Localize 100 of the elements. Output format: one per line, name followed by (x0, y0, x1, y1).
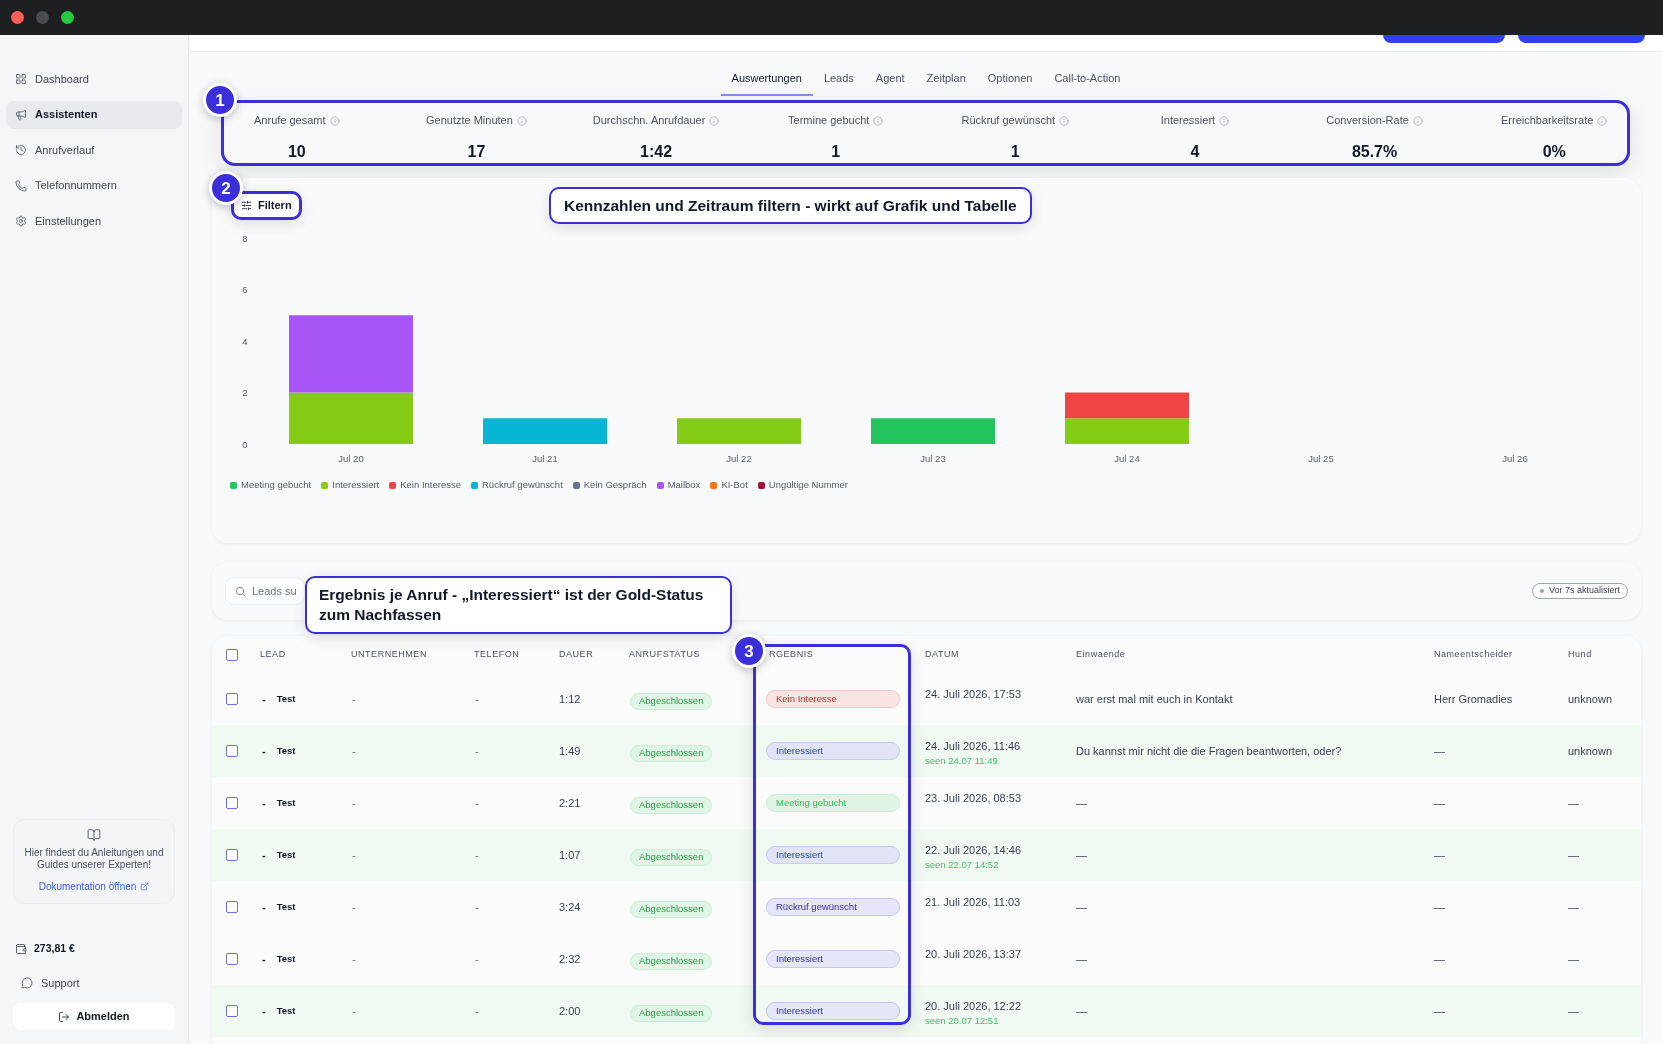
settings-icon (15, 215, 27, 227)
search-field[interactable]: Leads su (225, 577, 305, 605)
window-close-button[interactable] (11, 11, 24, 24)
table-row[interactable]: - Test - - 1:49 Abgeschlossen Interessiert 24. Juli 2026, 11:46 seen 24.07 11:49 Du kannst mir nicht die die Fragen beantworten, oder? — unknown (212, 725, 1641, 777)
info-icon (516, 115, 527, 126)
lead-dash: - (262, 691, 266, 707)
table-cell-text: 2:00 (558, 1003, 581, 1019)
column-header: Hund (1567, 647, 1592, 661)
info-icon (873, 115, 884, 126)
table-row[interactable]: - Test - - 2:21 Abgeschlossen Meeting gebucht 23. Juli 2026, 08:53 — — — (212, 777, 1641, 829)
axis-label: Jul 20 (338, 452, 364, 464)
row-checkbox[interactable] (226, 901, 238, 913)
balance-amount: 273,81 € (34, 941, 75, 957)
axis-label: 2 (242, 387, 248, 398)
info-icon (1219, 115, 1230, 126)
table-row[interactable]: - Test - - 3:24 Abgeschlossen Rückruf gewünscht 21. Juli 2026, 11:03 — — — (212, 881, 1641, 933)
kpi-value: 1 (831, 142, 841, 162)
table-cell-text: — (1433, 899, 1445, 915)
step-number: 2 (209, 171, 243, 205)
table-row[interactable]: - Test - - 1:12 Abgeschlossen Kein Interesse 24. Juli 2026, 17:53 war erst mal mit euch in Kontakt Herr Gromadies unknown (212, 673, 1641, 725)
table-cell-text: — (1567, 847, 1579, 863)
header-action-button[interactable] (1518, 35, 1645, 43)
header-action-button[interactable] (1383, 35, 1505, 43)
table-cell-text: 2:32 (558, 951, 581, 967)
window-zoom-button[interactable] (61, 11, 74, 24)
table-cell-text: - (474, 1003, 479, 1019)
table-cell-text: - (351, 951, 356, 967)
tab[interactable]: Zeitplan (915, 62, 977, 96)
nav-item[interactable]: Anrufverlauf (6, 136, 182, 164)
kpi-value: 1 (1010, 142, 1020, 162)
lead-dash: - (262, 795, 266, 811)
tab[interactable]: Agent (864, 62, 916, 96)
legend-label: Kein Gespräch (583, 478, 647, 492)
column-header: ANRUFSTATUS (628, 647, 701, 661)
filter-button[interactable]: Filtern (231, 191, 302, 220)
wallet-icon (15, 943, 27, 955)
table-row[interactable]: - Test - - 2:32 Abgeschlossen Interessiert 20. Juli 2026, 13:37 — — — (212, 933, 1641, 985)
table-cell-text: 2:21 (558, 795, 581, 811)
row-checkbox[interactable] (226, 849, 238, 861)
table-cell-text: - (474, 847, 479, 863)
axis-label: Jul 24 (1114, 452, 1140, 464)
support-link[interactable]: Support (6, 973, 182, 993)
row-checkbox[interactable] (226, 693, 238, 705)
result-tag: Kein Interesse (766, 690, 900, 708)
axis-label: 4 (242, 335, 248, 347)
kpi-label: Genutzte Minuten (426, 113, 513, 129)
table-cell-text: - (474, 743, 479, 759)
tab[interactable]: Optionen (976, 62, 1044, 96)
lead-dash: - (262, 1003, 266, 1019)
nav-item[interactable]: Assistenten (6, 100, 182, 129)
table-cell-text: - (351, 899, 356, 915)
row-checkbox[interactable] (226, 1005, 238, 1017)
tab[interactable]: Leads (812, 62, 865, 96)
status-tag: Abgeschlossen (630, 848, 713, 866)
info-icon (1597, 115, 1608, 126)
kpi-value: 85.7% (1351, 142, 1398, 162)
nav-item[interactable]: Telefonnummern (6, 171, 182, 200)
refresh-status-text: Vor 7s aktualisiert (1548, 584, 1620, 598)
lead-name: Test (276, 1003, 296, 1018)
axis-label: Jul 26 (1502, 452, 1528, 464)
grid-icon (15, 73, 27, 85)
table-cell-text: Du kannst mir nicht die die Fragen beantworten, oder? (1075, 743, 1342, 759)
lead-dash: - (262, 899, 266, 915)
column-header: Einwaende (1075, 647, 1126, 661)
legend-label: Ungültige Nummer (768, 478, 848, 492)
row-checkbox[interactable] (226, 745, 238, 757)
nav-item[interactable]: Dashboard (6, 65, 182, 93)
axis-label: Jul 21 (532, 452, 558, 464)
row-checkbox[interactable] (226, 953, 238, 965)
kpi-label: Termine gebucht (788, 113, 870, 129)
status-tag: Abgeschlossen (630, 744, 713, 762)
external-link-icon (140, 882, 150, 891)
docs-link[interactable]: Dokumentation öffnen (38, 879, 150, 894)
tab[interactable]: Call-to-Action (1043, 62, 1132, 96)
table-cell-text: - (474, 899, 479, 915)
table-row[interactable]: - Test - - 2:00 Abgeschlossen Interessiert 20. Juli 2026, 12:22 seen 20.07 12:51 — — — (212, 985, 1641, 1037)
step-number: 3 (732, 634, 766, 668)
table-cell-text: - (474, 951, 479, 967)
kpi-value: 1:42 (640, 142, 673, 162)
column-header: LEAD (259, 647, 286, 661)
table-cell-text: — (1075, 951, 1087, 967)
seen-text: seen 20.07 12:51 (925, 1015, 1000, 1027)
megaphone-icon (15, 108, 27, 121)
nav-item[interactable]: Einstellungen (6, 207, 182, 235)
legend-label: KI-Bot (721, 478, 748, 492)
history-icon (15, 144, 27, 156)
select-all-checkbox[interactable] (226, 648, 238, 661)
table-cell-text: war erst mal mit euch in Kontakt (1075, 691, 1233, 707)
column-header: TELEFON (473, 647, 520, 661)
sliders-icon (241, 200, 252, 211)
tab[interactable]: Auswertungen (720, 62, 813, 96)
table-row[interactable]: - Test - - 1:07 Abgeschlossen Interessiert 22. Juli 2026, 14:46 seen 22.07 14:52 — — — (212, 829, 1641, 881)
info-icon (709, 115, 720, 126)
row-checkbox[interactable] (226, 797, 238, 809)
logout-button[interactable]: Abmelden (13, 1003, 175, 1030)
date-text: 20. Juli 2026, 13:37 (925, 947, 1023, 961)
status-tag: Abgeschlossen (630, 952, 713, 970)
info-icon (1412, 115, 1423, 126)
date-text: 22. Juli 2026, 14:46 (925, 843, 1023, 857)
table-cell-text: — (1567, 951, 1579, 967)
